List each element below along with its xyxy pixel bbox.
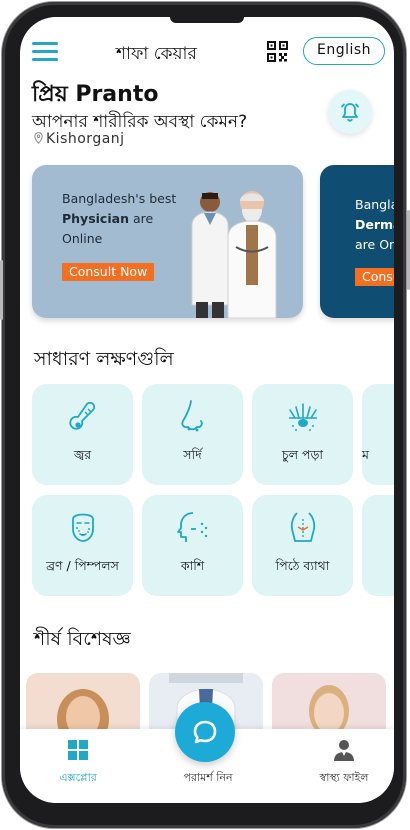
menu-icon[interactable] <box>32 42 58 62</box>
app-title: শাফা কেয়ার <box>116 44 197 64</box>
symptom-card-back-pain[interactable]: পিঠে ব্যাথা <box>252 495 353 596</box>
alarm-bell-icon <box>341 103 359 122</box>
banner-line-1: Bangladesh's best <box>62 191 177 206</box>
nose-icon <box>181 400 203 432</box>
explore-grid-icon <box>68 740 88 760</box>
language-button[interactable]: English <box>303 37 385 65</box>
banner-2-line-3: are Onl <box>355 237 394 252</box>
doctors-image <box>191 191 277 318</box>
notch <box>170 17 244 23</box>
cough-icon <box>177 512 208 542</box>
nav-health-file-label: স্বাস্থ্য ফাইল <box>319 771 369 784</box>
top-specialists-title: শীর্ষ বিশেষজ্ঞ <box>34 628 131 650</box>
notification-button[interactable] <box>328 90 372 134</box>
common-symptoms-title: সাধারণ লক্ষণগুলি <box>34 348 174 370</box>
symptom-label: ম <box>362 447 369 462</box>
consult-chat-button[interactable] <box>175 702 235 762</box>
symptom-label: পিঠে ব্যাথা <box>275 558 330 573</box>
banner-2-line-1: Banglad <box>355 197 394 212</box>
hair-follicle-icon <box>289 403 317 431</box>
location-label[interactable]: Kishorganj <box>34 131 125 147</box>
nav-explore[interactable]: এক্সপ্লোর <box>54 739 102 788</box>
consult-button-2[interactable]: Consu <box>355 268 394 286</box>
symptom-label: সর্দি <box>183 447 202 462</box>
location-pin-icon <box>34 132 43 144</box>
symptom-card-partial[interactable]: ম <box>362 384 394 485</box>
symptom-label: কাশি <box>180 558 205 573</box>
qr-code-icon[interactable] <box>267 41 288 62</box>
nav-explore-label: এক্সপ্লোর <box>59 771 97 784</box>
banner-2-specialty: Dermat <box>355 217 394 232</box>
nav-health-file[interactable]: স্বাস্থ্য ফাইল <box>300 739 388 788</box>
symptom-card-hair-loss[interactable]: চুল পড়া <box>252 384 353 485</box>
symptom-card-cold[interactable]: সর্দি <box>142 384 243 485</box>
banner-line-3: Online <box>62 231 103 246</box>
symptom-label: জ্বর <box>73 447 92 462</box>
phone-frame: শাফা কেয়ার English প্রিয় Pranto আপনার … <box>2 2 406 828</box>
banner-specialty: Physician <box>62 211 129 226</box>
top-bar: শাফা কেয়ার English <box>20 37 394 67</box>
doctor-file-icon <box>334 740 354 761</box>
symptom-label: ব্রণ / পিম্পলস <box>46 558 119 573</box>
promo-banner-physician[interactable]: Bangladesh's best Physician are Online C… <box>32 165 303 318</box>
symptom-label: চুল পড়া <box>281 447 324 462</box>
symptom-card-fever[interactable]: জ্বর <box>32 384 133 485</box>
banner-line-2-rest: are <box>128 211 154 226</box>
symptom-card-cough[interactable]: কাশি <box>142 495 243 596</box>
chat-bubble-icon <box>193 720 217 744</box>
symptom-card-acne[interactable]: ব্রণ / পিম্পলস <box>32 495 133 596</box>
face-acne-icon <box>72 513 94 542</box>
nav-consult[interactable]: পরামর্শ নিন <box>172 765 244 788</box>
back-pain-icon <box>290 512 316 542</box>
thermometer-icon <box>69 401 96 430</box>
location-text: Kishorganj <box>46 131 125 147</box>
promo-banner-dermatologist[interactable]: Banglad Dermat are Onl Consu <box>320 165 394 318</box>
app-screen: শাফা কেয়ার English প্রিয় Pranto আপনার … <box>20 17 394 803</box>
consult-now-button[interactable]: Consult Now <box>62 263 155 281</box>
banner-line-2: Physician are <box>62 211 153 226</box>
nav-consult-label: পরামর্শ নিন <box>183 771 233 784</box>
volume-button <box>0 260 3 320</box>
banner-2-line-2: Dermat <box>355 217 394 232</box>
symptom-card-partial-2[interactable] <box>362 495 394 596</box>
